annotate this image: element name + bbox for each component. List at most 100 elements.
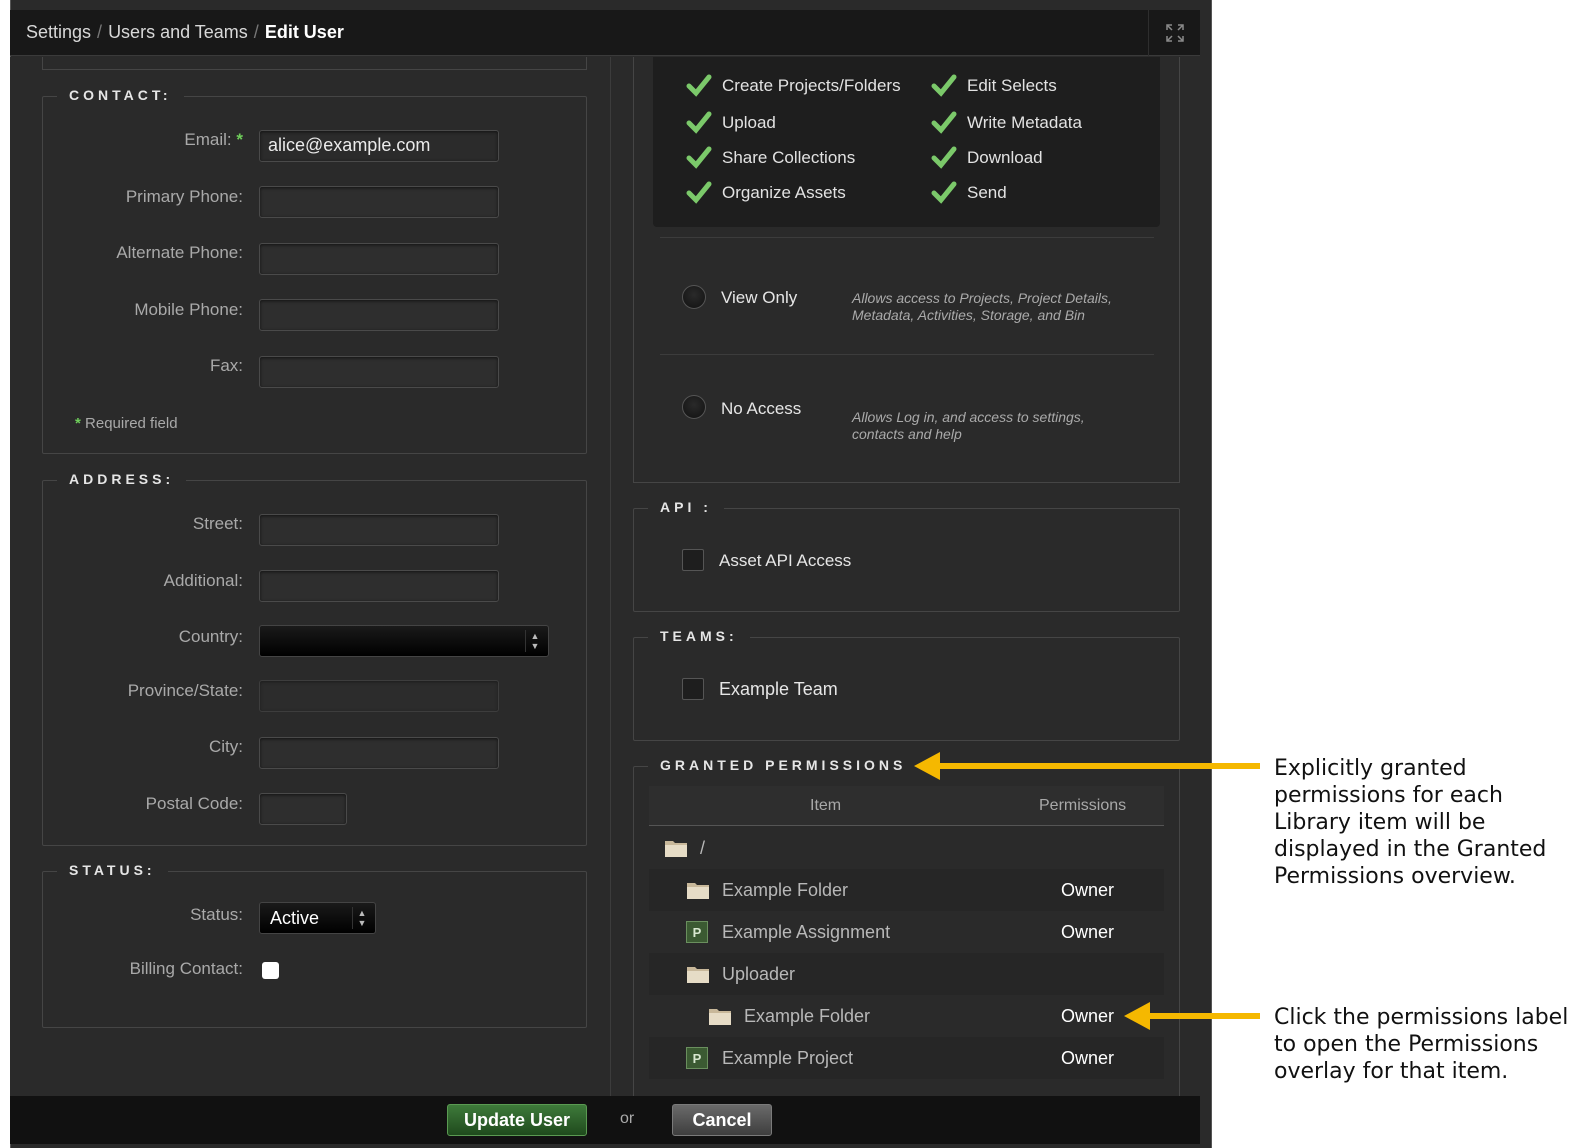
annotation-granted-permissions: Explicitly granted permissions for each … xyxy=(1274,756,1547,889)
mobile-phone-field[interactable] xyxy=(259,299,499,331)
table-row[interactable]: Example Folder Owner xyxy=(649,995,1164,1037)
permission-label[interactable]: Owner xyxy=(1061,1006,1114,1027)
contact-legend: CONTACT: xyxy=(57,87,184,103)
country-select[interactable]: ▲ ▼ xyxy=(259,625,549,657)
check-label: Create Projects/Folders xyxy=(722,76,901,95)
street-label: Street: xyxy=(192,514,243,533)
example-team-checkbox[interactable] xyxy=(682,678,704,700)
column-header-permissions: Permissions xyxy=(1039,797,1127,814)
status-label: Status: xyxy=(190,905,243,924)
divider xyxy=(660,354,1154,355)
city-field[interactable] xyxy=(259,737,499,769)
check-label: Organize Assets xyxy=(722,183,846,202)
breadcrumb-separator: / xyxy=(97,22,103,42)
email-label: Email: * xyxy=(184,130,243,149)
country-label: Country: xyxy=(178,627,243,646)
arrow-head-icon xyxy=(914,752,940,780)
item-name: Uploader xyxy=(722,963,796,984)
fax-label: Fax: xyxy=(209,356,243,375)
update-user-button[interactable]: Update User xyxy=(447,1104,587,1136)
upload-check[interactable]: Upload xyxy=(686,111,776,135)
table-row[interactable]: Uploader xyxy=(649,953,1164,995)
or-text: or xyxy=(620,1110,635,1127)
address-fieldset: ADDRESS: Street: Additional: Country: ▲ ▼… xyxy=(42,471,587,846)
folder-icon xyxy=(687,967,709,983)
breadcrumb-users-and-teams[interactable]: Users and Teams xyxy=(108,22,248,43)
breadcrumb-separator: / xyxy=(253,22,259,42)
expand-icon[interactable] xyxy=(1148,10,1200,56)
permission-label[interactable]: Owner xyxy=(1061,922,1114,943)
teams-fieldset: TEAMS: Example Team xyxy=(633,628,1180,741)
primary-phone-field[interactable] xyxy=(259,186,499,218)
street-field[interactable] xyxy=(259,514,499,546)
postal-code-field[interactable] xyxy=(259,793,347,825)
item-name: Example Assignment xyxy=(722,921,891,942)
divider xyxy=(660,237,1154,238)
download-check[interactable]: Download xyxy=(931,146,1043,170)
checkmark-icon xyxy=(686,111,712,134)
table-row[interactable]: / xyxy=(649,827,1164,869)
view-only-label: View Only xyxy=(721,288,798,307)
footer-bar: Update User or Cancel xyxy=(10,1096,1200,1144)
table-row[interactable]: P Example Assignment Owner xyxy=(649,911,1164,953)
status-legend: STATUS: xyxy=(57,862,168,878)
required-note: * Required field xyxy=(75,415,178,432)
additional-field[interactable] xyxy=(259,570,499,602)
checkmark-icon xyxy=(931,111,957,134)
view-only-description: Allows access to Projects, Project Detai… xyxy=(852,290,1112,323)
check-label: Send xyxy=(967,183,1007,202)
check-label: Share Collections xyxy=(722,148,856,167)
province-field[interactable] xyxy=(259,680,499,712)
form-area[interactable]: CONTACT: Email: * alice@example.com Prim… xyxy=(10,57,1200,1096)
item-name: Example Folder xyxy=(722,879,849,900)
table-row[interactable]: Example Folder Owner xyxy=(649,869,1164,911)
province-label: Province/State: xyxy=(127,681,243,700)
check-label: Upload xyxy=(722,113,776,132)
example-team-label: Example Team xyxy=(719,679,838,699)
asset-api-access-checkbox[interactable] xyxy=(682,549,704,571)
city-label: City: xyxy=(209,737,243,756)
permission-label[interactable]: Owner xyxy=(1061,880,1114,901)
send-check[interactable]: Send xyxy=(931,181,1007,205)
checkmark-icon xyxy=(931,74,957,97)
alternate-phone-label: Alternate Phone: xyxy=(116,243,243,262)
billing-contact-checkbox[interactable] xyxy=(262,962,279,979)
item-name: Example Project xyxy=(722,1047,854,1068)
granted-permissions-header: Item Permissions xyxy=(649,786,1164,826)
share-collections-check[interactable]: Share Collections xyxy=(686,146,855,170)
write-metadata-check[interactable]: Write Metadata xyxy=(931,111,1082,135)
no-access-radio[interactable] xyxy=(682,395,706,419)
checkmark-icon xyxy=(686,181,712,204)
create-projects-folders-check[interactable]: Create Projects/Folders xyxy=(686,74,901,98)
api-fieldset: API : Asset API Access xyxy=(633,499,1180,612)
organize-assets-check[interactable]: Organize Assets xyxy=(686,181,846,205)
no-access-label: No Access xyxy=(721,399,802,418)
primary-phone-label: Primary Phone: xyxy=(125,187,243,206)
checkmark-icon xyxy=(686,74,712,97)
postal-code-label: Postal Code: xyxy=(145,794,243,813)
project-icon: P xyxy=(686,921,708,943)
alternate-phone-field[interactable] xyxy=(259,243,499,275)
breadcrumb-settings[interactable]: Settings xyxy=(26,22,91,43)
granted-permissions-legend: GRANTED PERMISSIONS xyxy=(648,757,919,773)
table-row[interactable]: P Example Project Owner xyxy=(649,1037,1164,1079)
cancel-button[interactable]: Cancel xyxy=(672,1104,772,1136)
status-select[interactable]: Active ▲ ▼ xyxy=(259,902,376,934)
address-legend: ADDRESS: xyxy=(57,471,187,487)
teams-legend: TEAMS: xyxy=(648,628,750,644)
folder-icon xyxy=(687,883,709,899)
view-only-radio[interactable] xyxy=(682,285,706,309)
edit-selects-check[interactable]: Edit Selects xyxy=(931,74,1057,98)
annotation-click-permissions: Click the permissions label to open the … xyxy=(1274,1005,1569,1084)
fax-field[interactable] xyxy=(259,356,499,388)
checkmark-icon xyxy=(931,146,957,169)
permission-label[interactable]: Owner xyxy=(1061,1048,1114,1069)
folder-icon xyxy=(709,1009,731,1025)
mobile-phone-label: Mobile Phone: xyxy=(134,300,243,319)
checkmark-icon xyxy=(931,181,957,204)
email-field[interactable]: alice@example.com xyxy=(259,130,499,162)
additional-label: Additional: xyxy=(163,571,243,590)
contact-fieldset: CONTACT: Email: * alice@example.com Prim… xyxy=(42,87,587,454)
check-label: Write Metadata xyxy=(967,113,1082,132)
item-name: / xyxy=(700,837,706,858)
